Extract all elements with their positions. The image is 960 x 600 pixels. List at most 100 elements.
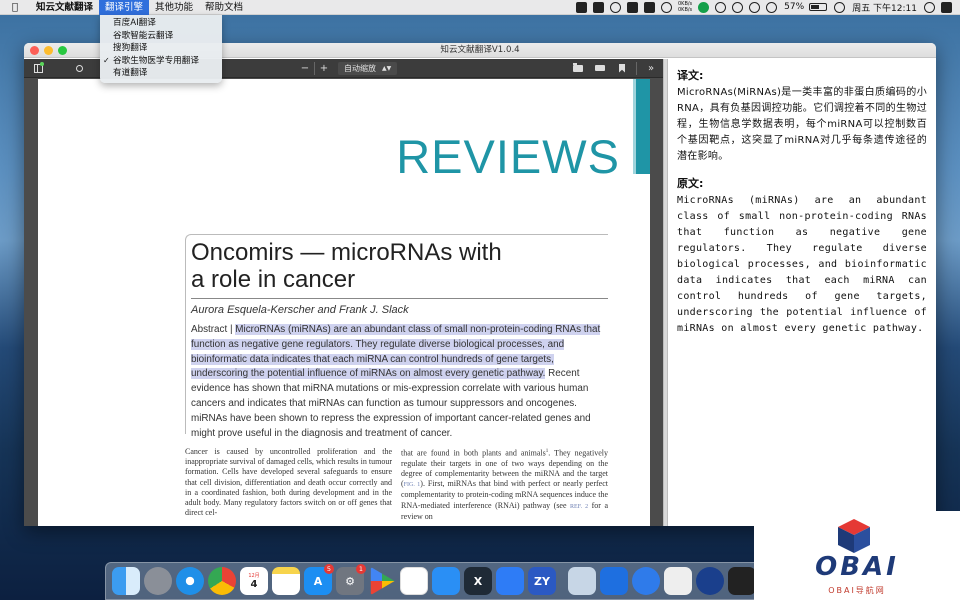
engine-label: 谷歌智能云翻译 xyxy=(113,30,174,41)
time-machine-icon[interactable] xyxy=(749,1,761,13)
battery-icon[interactable] xyxy=(809,3,828,11)
baidu-netdisk-icon[interactable] xyxy=(432,567,460,595)
toolbar-divider xyxy=(314,61,315,75)
app-store-icon[interactable]: A 5 xyxy=(304,564,334,595)
menu-help[interactable]: 帮助文档 xyxy=(199,0,249,15)
menu-other-functions[interactable]: 其他功能 xyxy=(149,0,199,15)
search-icon[interactable] xyxy=(924,1,935,13)
watermark-logo: OBAI OBAI导航网 xyxy=(754,511,960,600)
finder-icon[interactable] xyxy=(112,567,140,595)
cube-logo-icon xyxy=(838,519,870,553)
tray-app-icon-2[interactable] xyxy=(592,1,604,13)
minimize-button[interactable] xyxy=(44,46,53,55)
cat-icon[interactable] xyxy=(643,1,655,13)
shield-app-icon[interactable] xyxy=(632,567,660,595)
tray-app-icon-1[interactable] xyxy=(575,1,587,13)
translated-heading: 译文: xyxy=(677,69,704,82)
watermark-subtitle: OBAI导航网 xyxy=(828,586,886,595)
engine-label: 有道翻译 xyxy=(113,68,148,79)
green-app-icon[interactable] xyxy=(698,1,710,13)
figure-reference-link[interactable]: FIG. 1 xyxy=(404,482,421,488)
engine-sogou[interactable]: 搜狗翻译 xyxy=(100,42,222,55)
engine-google-biomedical[interactable]: ✓ 谷歌生物医学专用翻译 xyxy=(100,55,222,68)
body-text: that are found in both plants and animal… xyxy=(401,448,546,458)
calendar-icon[interactable]: 12月 4 xyxy=(240,567,268,595)
zhiyun-icon[interactable]: ZY xyxy=(528,567,556,595)
engine-label: 搜狗翻译 xyxy=(113,43,148,54)
engine-baidu-ai[interactable]: 百度AI翻译 xyxy=(100,17,222,30)
app-store-glyph: A xyxy=(313,574,323,588)
title-line-1: Oncomirs — microRNAs with xyxy=(191,239,502,266)
chrome-icon[interactable] xyxy=(208,567,236,595)
clock[interactable]: 周五 下午12:11 xyxy=(852,1,917,14)
edit-app-icon[interactable] xyxy=(496,567,524,595)
engine-google-cloud[interactable]: 谷歌智能云翻译 xyxy=(100,30,222,43)
tools-button[interactable]: » xyxy=(643,60,659,76)
teal-accent-bar xyxy=(636,79,650,174)
find-button[interactable] xyxy=(71,60,87,76)
search-icon xyxy=(75,64,83,72)
xmind-icon[interactable]: X xyxy=(464,567,492,595)
folder-icon xyxy=(573,62,583,72)
status-tray: 0KB/s 0KB/s 57% 周五 下午12:11 xyxy=(573,0,960,15)
apple-icon[interactable]:  xyxy=(0,2,30,13)
article-title: Oncomirs — microRNAs with a role in canc… xyxy=(191,239,611,293)
title-line-2: a role in cancer xyxy=(191,266,356,293)
translated-text[interactable]: MicroRNAs(MiRNAs)是一类丰富的非蛋白质编码的小RNA，具有负基因… xyxy=(677,85,927,165)
cloud-icon[interactable] xyxy=(609,1,621,13)
translation-engine-menu: 百度AI翻译 谷歌智能云翻译 搜狗翻译 ✓ 谷歌生物医学专用翻译 有道翻译 xyxy=(100,15,222,83)
zoom-mode-select[interactable]: 自动缩放 ▲▼ xyxy=(338,61,398,75)
launchpad-icon[interactable] xyxy=(144,567,172,595)
tray-app-icon-3[interactable] xyxy=(626,1,638,13)
engine-youdao[interactable]: 有道翻译 xyxy=(100,67,222,80)
dock: 12月 4 A 5 ⚙ 1 X ZY xyxy=(105,562,760,600)
zoom-mode-label: 自动缩放 xyxy=(344,63,376,73)
title-divider xyxy=(191,298,608,299)
control-center-icon[interactable] xyxy=(941,1,952,13)
zoom-out-button[interactable]: − xyxy=(297,60,313,76)
window-controls xyxy=(30,46,72,55)
print-button[interactable] xyxy=(592,60,608,76)
notes-icon[interactable] xyxy=(272,567,300,595)
switch-app-icon[interactable] xyxy=(696,567,724,595)
system-preferences-icon[interactable]: ⚙ 1 xyxy=(336,564,366,595)
printer-icon xyxy=(595,65,605,71)
pen-app-icon[interactable] xyxy=(728,567,756,595)
document-icon[interactable] xyxy=(664,567,692,595)
box-app-icon[interactable] xyxy=(600,567,628,595)
open-file-button[interactable] xyxy=(570,60,586,76)
abstract[interactable]: Abstract | MicroRNAs (miRNAs) are an abu… xyxy=(191,323,610,441)
menu-translation-engine[interactable]: 翻译引擎 xyxy=(99,0,150,15)
upload-icon[interactable] xyxy=(732,1,744,13)
menu-app[interactable]: 知云文献翻译 xyxy=(30,0,99,15)
reference-link[interactable]: REF. 2 xyxy=(570,504,588,510)
zoom-button[interactable] xyxy=(58,46,67,55)
preview-icon[interactable] xyxy=(568,567,596,595)
play-store-icon[interactable] xyxy=(370,567,395,595)
user-icon[interactable] xyxy=(834,1,846,13)
journal-banner: REVIEWS xyxy=(396,130,620,183)
pdf-page[interactable]: REVIEWS Oncomirs — microRNAs with a role… xyxy=(38,79,650,526)
zoom-in-button[interactable]: + xyxy=(316,60,332,76)
dots-app-icon[interactable] xyxy=(400,567,428,595)
circle-icon[interactable] xyxy=(715,1,727,13)
translation-pane: 译文: MicroRNAs(MiRNAs)是一类丰富的非蛋白质编码的小RNA，具… xyxy=(668,59,936,526)
bookmark-button[interactable] xyxy=(614,60,630,76)
article-authors: Aurora Esquela-Kerscher and Frank J. Sla… xyxy=(191,304,409,316)
original-text[interactable]: MicroRNAs (miRNAs) are an abundant class… xyxy=(677,193,927,338)
close-button[interactable] xyxy=(30,46,39,55)
engine-label: 百度AI翻译 xyxy=(113,18,156,28)
wifi-icon[interactable] xyxy=(766,1,778,13)
watermark-brand: OBAI xyxy=(815,552,899,582)
abstract-label: Abstract xyxy=(191,324,228,335)
app-window: 知云文献翻译V1.0.4 − + 自动缩放 ▲▼ » REVIEWS Oncom… xyxy=(24,43,936,526)
paw-icon[interactable] xyxy=(660,1,672,13)
selected-text[interactable]: MicroRNAs (miRNAs) are an abundant class… xyxy=(191,324,601,380)
toolbar-right: » xyxy=(570,60,663,76)
original-heading: 原文: xyxy=(677,176,704,190)
checkmark-icon: ✓ xyxy=(103,55,110,65)
menubar:  知云文献翻译 翻译引擎 其他功能 帮助文档 0KB/s 0KB/s 57% … xyxy=(0,0,960,15)
safari-icon[interactable] xyxy=(176,567,204,595)
window-title: 知云文献翻译V1.0.4 xyxy=(440,45,520,55)
